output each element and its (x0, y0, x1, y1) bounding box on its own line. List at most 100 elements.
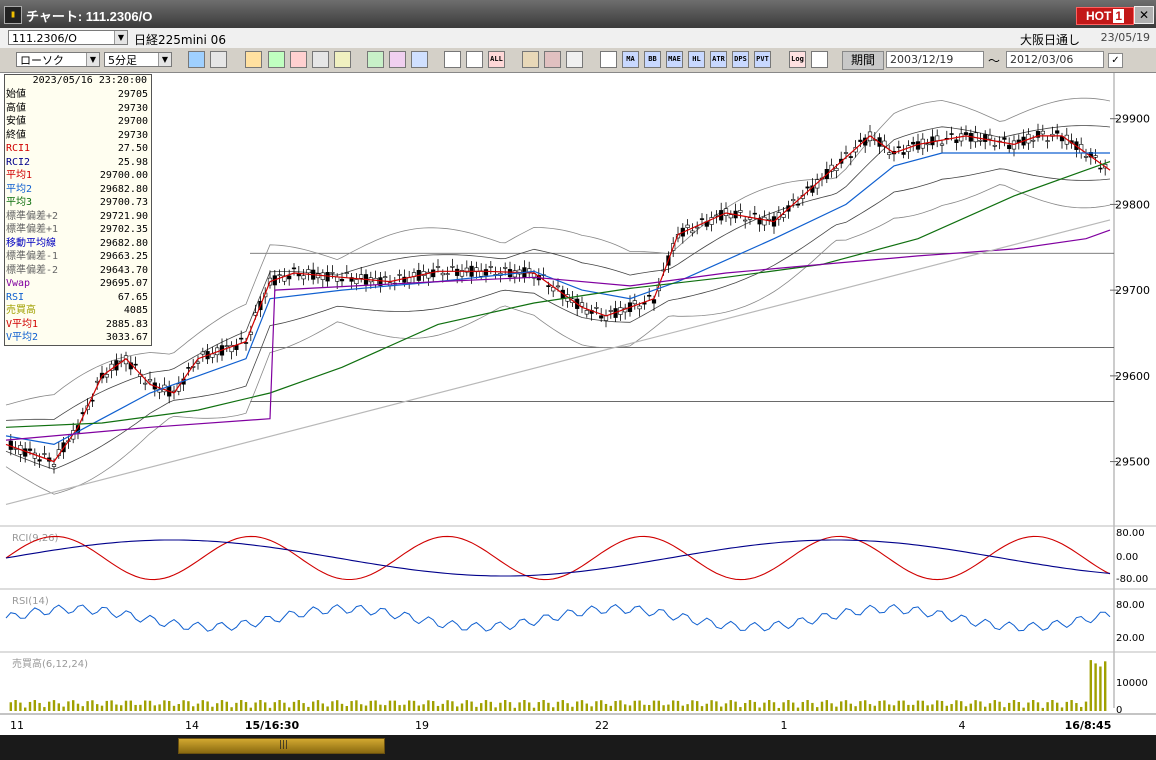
volume-bar (1017, 702, 1020, 711)
volume-bar (52, 700, 56, 711)
candle-body (291, 267, 297, 270)
refresh-tool-button[interactable] (411, 51, 428, 68)
candle-body (690, 230, 695, 234)
date-to-field[interactable]: 2012/03/06 (1006, 51, 1104, 68)
info-label: 標準偏差+1 (6, 224, 59, 235)
candle-tool-button[interactable] (444, 51, 461, 68)
candle-body (594, 307, 599, 309)
candle-body (911, 141, 916, 145)
volume-bar (312, 701, 315, 711)
current-date: 23/05/19 (1100, 31, 1150, 44)
pvt-tool-button[interactable]: PVT (754, 51, 771, 68)
volume-bar (316, 700, 320, 711)
info-label: RCI2 (6, 156, 31, 168)
bar-tool-button[interactable] (290, 51, 307, 68)
info-row: 標準偏差-1 29663.25 (5, 250, 151, 263)
info-row: 平均3 29700.73 (5, 196, 151, 209)
bollinger-band-line (5, 97, 1111, 406)
grid-tool-button[interactable] (600, 51, 617, 68)
candle-body (762, 216, 767, 226)
scroll-thumb[interactable]: ||| (178, 738, 385, 754)
chevron-down-icon[interactable]: ▼ (86, 53, 99, 66)
volume-bar (868, 704, 872, 711)
color-tool-button[interactable] (566, 51, 583, 68)
candle2-tool-button[interactable] (466, 51, 483, 68)
chevron-down-icon[interactable]: ▼ (158, 53, 171, 66)
chart-canvas[interactable]: 29500 29600 29700 29800 29900 RCI(9,26) 80.0… (0, 73, 1156, 735)
volume-tick-label: 10000 (1116, 678, 1148, 689)
search-tool-button[interactable] (188, 51, 205, 68)
dps-tool-button[interactable]: DPS (732, 51, 749, 68)
chart-type-select[interactable]: ローソク ▼ (16, 52, 100, 67)
volume-bar (796, 707, 800, 711)
crosshair-tool-button[interactable] (210, 51, 227, 68)
hl-tool-button[interactable]: HL (688, 51, 705, 68)
chevron-down-icon[interactable]: ▼ (114, 31, 127, 44)
candle-body (339, 278, 345, 282)
time-scrollbar[interactable] (0, 735, 1156, 760)
info-label: 安値 (6, 116, 26, 127)
candle-body (483, 269, 489, 276)
candle-body (1083, 156, 1089, 158)
range-checkbox[interactable]: ✓ (1108, 53, 1123, 68)
volume-bar (379, 704, 382, 711)
candle-body (963, 132, 969, 135)
chart-area[interactable]: 29500 29600 29700 29800 29900 RCI(9,26) 80.0… (0, 73, 1156, 735)
volume-bar (278, 700, 281, 711)
hot-badge[interactable]: HOT 1 (1076, 7, 1134, 25)
volume-bar (62, 706, 65, 711)
price-tick-label: 29900 (1115, 113, 1150, 126)
cursor-tool-button[interactable] (389, 51, 406, 68)
info-row: 平均2 29682.80 (5, 183, 151, 196)
candle-body (992, 145, 997, 147)
info-row: 標準偏差+1 29702.35 (5, 223, 151, 236)
zoom-tool-button[interactable] (268, 51, 285, 68)
info-label: Vwap (6, 278, 31, 289)
volume-bar (360, 704, 363, 711)
ma-tool-button[interactable]: MA (622, 51, 639, 68)
exit-tool-button[interactable] (811, 51, 828, 68)
volume-bar (849, 703, 852, 711)
volume-bar (691, 700, 694, 711)
rci-tick-label: 0.00 (1116, 552, 1138, 563)
line-tool-button[interactable] (367, 51, 384, 68)
volume-bar (763, 702, 766, 711)
candle-body (344, 272, 349, 274)
candle-body (455, 268, 460, 276)
bb-tool-button[interactable]: BB (644, 51, 661, 68)
volume-bar (950, 704, 953, 711)
volume-bar (254, 702, 257, 711)
log-tool-button[interactable]: Log (789, 51, 806, 68)
close-button[interactable]: ✕ (1134, 6, 1154, 24)
tool-tool-button[interactable] (544, 51, 561, 68)
volume-bar (835, 706, 838, 711)
wrench-tool-button[interactable] (522, 51, 539, 68)
interval-select[interactable]: 5分足 ▼ (104, 52, 172, 67)
info-row: 標準偏差-2 29643.70 (5, 264, 151, 277)
volume-bar (292, 701, 296, 711)
volume-bar (556, 701, 560, 711)
split-tool-button[interactable] (312, 51, 329, 68)
volume-bar (936, 700, 939, 711)
period-button[interactable]: 期間 (842, 51, 884, 70)
candle-body (1040, 130, 1045, 135)
code-combo[interactable]: 111.2306/O ▼ (8, 30, 128, 45)
volume-bar (326, 706, 329, 711)
atr-tool-button[interactable]: ATR (710, 51, 727, 68)
candle-body (896, 146, 901, 149)
volume-bar (1008, 702, 1011, 711)
all-tool-button[interactable]: ALL (488, 51, 505, 68)
price-tick-label: 29700 (1115, 284, 1150, 297)
candle-body (925, 143, 930, 146)
volume-bar (33, 700, 36, 711)
volume-bar (196, 703, 200, 711)
volume-bar (494, 707, 497, 711)
volume-bar (43, 707, 46, 711)
draw-tool-button[interactable] (245, 51, 262, 68)
volume-bar (72, 700, 75, 711)
warn-tool-button[interactable] (334, 51, 351, 68)
volume-bar (816, 707, 819, 711)
info-row: 平均1 29700.00 (5, 169, 151, 182)
date-from-field[interactable]: 2003/12/19 (886, 51, 984, 68)
mae-tool-button[interactable]: MAE (666, 51, 683, 68)
